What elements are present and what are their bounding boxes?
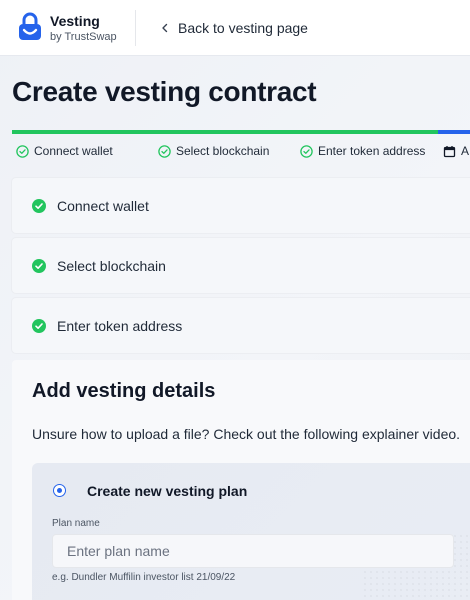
- brand-subtitle: by TrustSwap: [50, 31, 117, 43]
- header-divider: [135, 10, 136, 46]
- step-label: A: [461, 144, 470, 158]
- plan-name-label: Plan name: [52, 518, 100, 529]
- back-link-label: Back to vesting page: [178, 20, 308, 36]
- step-label: Enter token address: [318, 144, 426, 158]
- step-label: Connect wallet: [34, 144, 113, 158]
- check-circle-filled-icon: [32, 258, 46, 273]
- step-connect-wallet[interactable]: Connect wallet: [16, 143, 113, 159]
- card-label: Select blockchain: [57, 257, 166, 274]
- check-circle-icon: [16, 144, 29, 158]
- create-new-plan-label[interactable]: Create new vesting plan: [87, 483, 247, 499]
- plan-name-hint: e.g. Dundler Muffilin investor list 21/0…: [52, 572, 236, 583]
- check-circle-filled-icon: [32, 198, 46, 213]
- card-select-blockchain[interactable]: Select blockchain: [12, 238, 470, 293]
- details-help-text: Unsure how to upload a file? Check out t…: [32, 426, 461, 442]
- lock-logo-icon[interactable]: [17, 11, 43, 43]
- brand-name: Vesting: [50, 13, 100, 29]
- card-connect-wallet[interactable]: Connect wallet: [12, 178, 470, 233]
- step-label: Select blockchain: [176, 144, 270, 158]
- check-circle-filled-icon: [32, 318, 46, 333]
- step-add-vesting-details[interactable]: A: [443, 143, 469, 159]
- progress-steps: Connect wallet Select blockchain Enter t…: [16, 143, 470, 159]
- top-header: Vesting by TrustSwap Back to vesting pag…: [0, 0, 470, 56]
- create-new-plan-radio[interactable]: [53, 484, 66, 497]
- check-circle-icon: [300, 144, 313, 158]
- progress-current: [438, 130, 470, 134]
- card-enter-token-address[interactable]: Enter token address: [12, 298, 470, 353]
- details-title: Add vesting details: [32, 380, 216, 402]
- card-label: Enter token address: [57, 317, 183, 334]
- card-label: Connect wallet: [57, 197, 149, 214]
- page-title: Create vesting contract: [12, 76, 317, 107]
- calendar-icon: [443, 145, 456, 157]
- progress-completed: [12, 130, 438, 134]
- step-enter-token-address[interactable]: Enter token address: [300, 143, 425, 159]
- back-to-vesting-link[interactable]: Back to vesting page: [158, 18, 308, 38]
- plan-name-input[interactable]: [52, 534, 454, 568]
- step-select-blockchain[interactable]: Select blockchain: [158, 143, 269, 159]
- chevron-left-icon: [162, 23, 168, 33]
- check-circle-icon: [158, 144, 171, 158]
